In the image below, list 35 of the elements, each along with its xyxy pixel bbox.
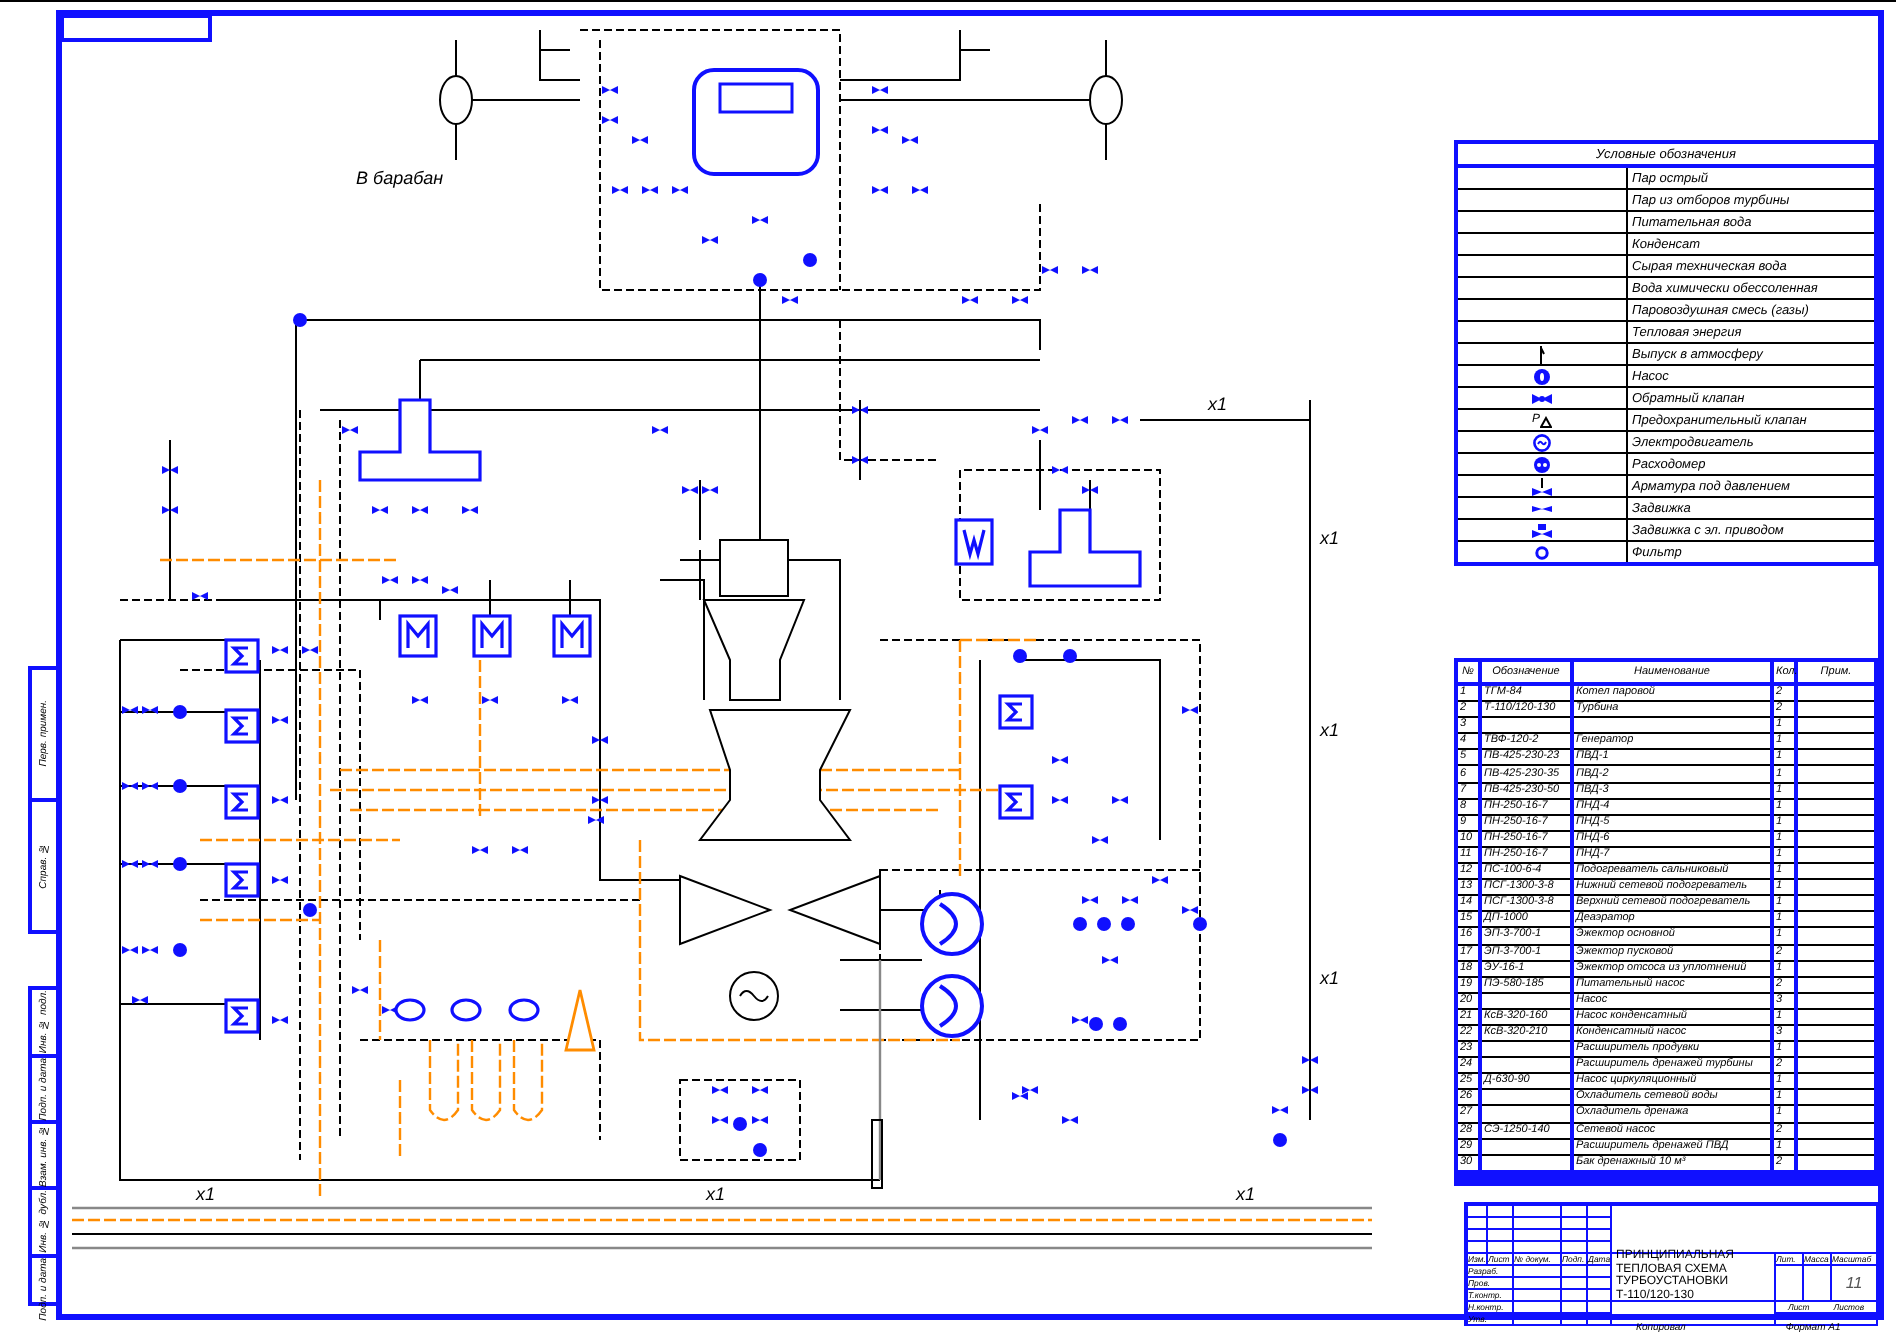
tank-icon — [1089, 75, 1123, 125]
line-label: х1 — [1320, 968, 1340, 988]
pump-icon — [1528, 367, 1556, 385]
heater-icon — [398, 614, 438, 658]
heater-icon — [954, 518, 994, 566]
boiler-drawing — [692, 68, 820, 176]
line-label: х1 — [1208, 394, 1228, 414]
flowmeter-icon — [1528, 455, 1556, 473]
heater-icon — [472, 614, 512, 658]
check-valve-icon — [1528, 389, 1556, 407]
heater-icon — [998, 694, 1034, 730]
line-label: х1 — [1320, 528, 1340, 548]
heater-icon — [224, 862, 260, 898]
electric-valve-icon — [1528, 521, 1556, 539]
heater-icon — [224, 638, 260, 674]
network-heater-icon — [920, 974, 984, 1038]
deaerator-drawing — [358, 398, 482, 482]
ejector-icon — [394, 998, 540, 1022]
line-label: х1 — [1236, 1184, 1256, 1204]
line-label: х1 — [1320, 720, 1340, 740]
heater-icon — [224, 784, 260, 820]
deaerator-drawing — [1028, 508, 1142, 588]
scheme-label: В барабан — [356, 168, 444, 188]
generator-icon — [729, 971, 779, 1021]
sheet-number: 11 — [1845, 1273, 1863, 1292]
heater-icon — [224, 708, 260, 744]
network-heater-icon — [920, 892, 984, 956]
line-label: х1 — [706, 1184, 726, 1204]
motor-icon — [1528, 433, 1556, 451]
tank-icon — [439, 75, 473, 125]
cone-tank-icon — [564, 988, 596, 1052]
heater-icon — [552, 614, 592, 658]
heater-icon — [224, 998, 260, 1034]
heater-icon — [998, 784, 1034, 820]
line-label: х1 — [196, 1184, 216, 1204]
